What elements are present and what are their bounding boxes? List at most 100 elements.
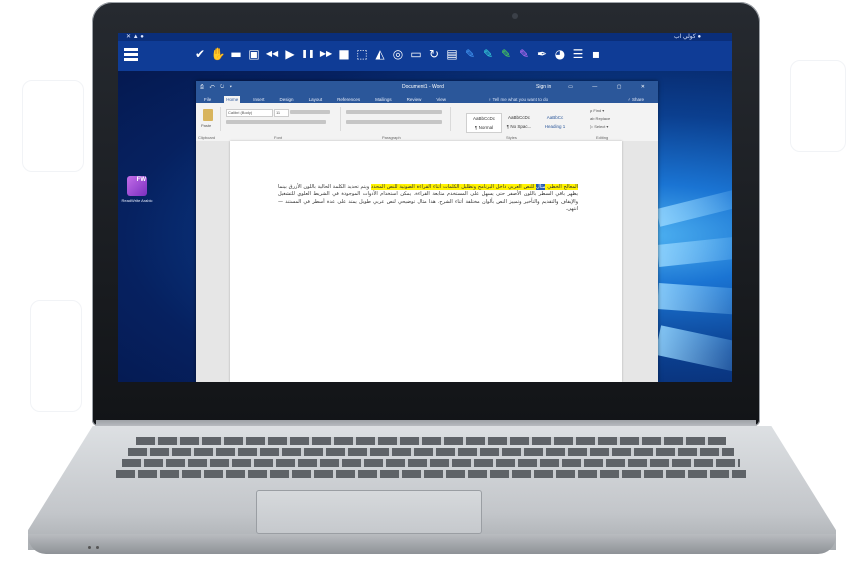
tab-review[interactable]: Review	[405, 96, 424, 103]
editing-group: ρ Find ▾ ab Replace ▷ Select ▾	[586, 107, 646, 131]
group-label-font: Font	[274, 135, 283, 140]
group-label-clipboard: Clipboard	[198, 135, 216, 140]
styles-group: AaBbCcDc ¶ Normal AaBbCcDc ¶ No Spac... Aa…	[452, 107, 582, 133]
desktop-shortcut[interactable]: FW ReadWrite Arabic	[120, 176, 154, 203]
tab-layout[interactable]: Layout	[307, 96, 325, 103]
status-right: كولي اب ●	[674, 34, 702, 40]
background-decoration	[30, 300, 82, 412]
select-button[interactable]: ▷ Select ▾	[590, 124, 608, 129]
globe-icon[interactable]: ◎	[390, 44, 406, 64]
toolbar-tools: ✔ ✋ ▬ ▣ ◀◀ ▶ ❚❚ ▶▶ ■ ⬚ ◭ ◎ ▭ ↻ ▤ ✎ ✎ ✎ ✎ ✒ ◕ ☰ ▪	[192, 44, 604, 64]
check-icon[interactable]: ✔	[192, 44, 208, 64]
keyboard-row	[116, 470, 746, 478]
app-shortcut-icon: FW	[127, 176, 147, 196]
pen-cyan-icon[interactable]: ✎	[480, 44, 496, 64]
document-text[interactable]: المعالج الخطي مثال للنص العربي داخل البر…	[278, 184, 579, 213]
keyboard-row	[136, 437, 726, 445]
hand-icon[interactable]: ✋	[210, 44, 226, 64]
background-decoration	[790, 60, 846, 152]
save-icon[interactable]: ▪	[588, 44, 604, 64]
font-size-field[interactable]: 11	[274, 109, 289, 117]
pen-purple-icon[interactable]: ✎	[516, 44, 532, 64]
icon-badge: FW	[136, 177, 146, 183]
refresh-icon[interactable]: ↻	[426, 44, 442, 64]
paragraph-buttons-row2[interactable]	[346, 120, 442, 124]
tab-references[interactable]: References	[335, 96, 362, 103]
ribbon-tabs: File Home Insert Design Layout References Mail…	[196, 93, 658, 103]
assistive-toolbar: ✕ ▲ ● كولي اب ● ✔ ✋ ▬ ▣ ◀◀ ▶ ❚❚ ▶▶ ■ ⬚ ◭ ◎ ▭ ↻ ▤ ✎ ✎ ✎ ✎ ✒ ◕…	[118, 34, 732, 71]
group-label-paragraph: Paragraph	[382, 135, 401, 140]
wallpaper-light-beam	[657, 283, 732, 316]
highlight-before: المعالج الخطي	[547, 184, 579, 190]
quick-access-toolbar[interactable]: ⎙ ↶ ↻ ▾	[200, 84, 234, 90]
font-color-buttons[interactable]	[290, 110, 330, 114]
document-page[interactable]: المعالج الخطي مثال للنص العربي داخل البر…	[230, 141, 622, 382]
touchpad	[256, 490, 482, 534]
tab-home[interactable]: Home	[224, 96, 241, 103]
highlighted-line: المعالج الخطي مثال للنص العربي داخل البر…	[371, 184, 579, 190]
laptop-front-edge	[28, 534, 836, 554]
select-region-icon[interactable]: ⬚	[354, 44, 370, 64]
fast-forward-icon[interactable]: ▶▶	[318, 44, 334, 64]
wallpaper-light-beam	[656, 235, 732, 267]
pen-blue-icon[interactable]: ✎	[462, 44, 478, 64]
eraser-icon[interactable]: ◭	[372, 44, 388, 64]
find-button[interactable]: ρ Find ▾	[590, 108, 604, 113]
play-icon[interactable]: ▶	[282, 44, 298, 64]
keyboard-row	[128, 448, 734, 456]
tab-view[interactable]: View	[434, 96, 448, 103]
font-format-buttons[interactable]	[226, 120, 326, 124]
keyboard-row	[122, 459, 740, 467]
style-no-spacing[interactable]: AaBbCcDc ¶ No Spac...	[502, 113, 536, 131]
background-decoration	[22, 80, 84, 172]
window-title: Document1 - Word	[402, 84, 444, 90]
word-window: ⎙ ↶ ↻ ▾ Document1 - Word Sign in ▭ — ▢ ✕…	[196, 81, 658, 382]
monitor-icon[interactable]: ▭	[408, 44, 424, 64]
list-icon[interactable]: ☰	[570, 44, 586, 64]
tab-mailings[interactable]: Mailings	[373, 96, 394, 103]
toolbar-status-strip	[118, 33, 732, 41]
window-controls[interactable]: ▭ — ▢ ✕	[568, 84, 654, 90]
stop-icon[interactable]: ■	[336, 44, 352, 64]
group-label-editing: Editing	[596, 135, 609, 140]
tab-design[interactable]: Design	[278, 96, 296, 103]
color-wheel-icon[interactable]: ◕	[552, 44, 568, 64]
highlighter-icon[interactable]: ✒	[534, 44, 550, 64]
font-group: Calibri (Body) 11	[222, 107, 341, 131]
desktop-shortcut-label: ReadWrite Arabic	[121, 198, 153, 203]
laptop-screen: ✕ ▲ ● كولي اب ● ✔ ✋ ▬ ▣ ◀◀ ▶ ❚❚ ▶▶ ■ ⬚ ◭ ◎ ▭ ↻ ▤ ✎ ✎ ✎ ✎ ✒ ◕…	[118, 33, 732, 382]
pen-green-icon[interactable]: ✎	[498, 44, 514, 64]
wallpaper-light-beam	[654, 325, 732, 374]
clipboard-group: Paste	[198, 107, 221, 131]
wallpaper-light-beam	[655, 187, 732, 227]
book-icon[interactable]: ▬	[228, 44, 244, 64]
group-label-styles: Styles	[506, 135, 517, 140]
tab-insert[interactable]: Insert	[251, 96, 266, 103]
style-normal[interactable]: AaBbCcDc ¶ Normal	[466, 113, 502, 133]
webcam-icon	[512, 13, 518, 19]
paste-icon[interactable]	[203, 109, 213, 121]
status-led	[96, 546, 99, 549]
selected-word: مثال	[536, 184, 546, 190]
highlight-after: للنص العربي داخل البرنامج وتظليل الكلمات…	[371, 184, 535, 190]
sign-in-link[interactable]: Sign in	[536, 84, 551, 90]
tab-file[interactable]: File	[202, 96, 213, 103]
replace-button[interactable]: ab Replace	[590, 116, 610, 121]
word-title-bar: ⎙ ↶ ↻ ▾ Document1 - Word Sign in ▭ — ▢ ✕	[196, 81, 658, 93]
document-icon[interactable]: ▤	[444, 44, 460, 64]
share-button[interactable]: ♂ Share	[625, 96, 646, 103]
image-icon[interactable]: ▣	[246, 44, 262, 64]
tell-me-box[interactable]: ♀ Tell me what you want to do	[486, 96, 550, 103]
style-heading-1[interactable]: AaBbCc Heading 1	[538, 113, 572, 131]
ribbon: Paste Calibri (Body) 11 AaBbCcDc ¶ Normal…	[196, 103, 658, 142]
font-name-field[interactable]: Calibri (Body)	[226, 109, 273, 117]
paragraph-buttons-row1[interactable]	[346, 110, 442, 114]
status-led	[88, 546, 91, 549]
pause-icon[interactable]: ❚❚	[300, 44, 316, 64]
paragraph-group	[342, 107, 451, 131]
status-left: ✕ ▲ ●	[126, 34, 144, 40]
hamburger-menu-icon[interactable]	[124, 46, 138, 64]
paste-button[interactable]: Paste	[201, 123, 211, 128]
rewind-icon[interactable]: ◀◀	[264, 44, 280, 64]
document-area: المعالج الخطي مثال للنص العربي داخل البر…	[196, 141, 658, 382]
